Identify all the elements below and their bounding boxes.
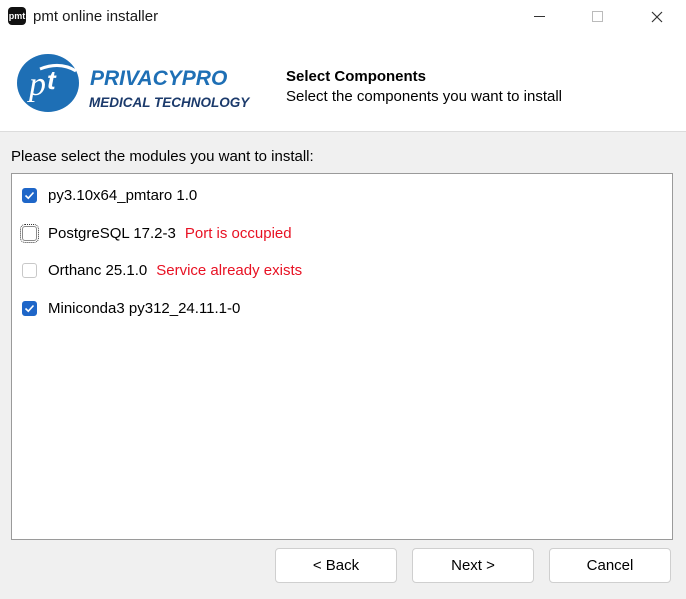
module-label: Orthanc 25.1.0	[48, 261, 148, 279]
logo-line1: PRIVACYPRO	[90, 67, 227, 90]
page-title: Select Components	[286, 68, 427, 85]
svg-text:p: p	[27, 66, 46, 103]
module-label: py3.10x64_pmtaro 1.0	[48, 186, 198, 204]
module-checkbox[interactable]	[22, 300, 37, 316]
app-icon: pmt	[8, 7, 26, 25]
back-button[interactable]: < Back	[275, 548, 397, 583]
module-label: PostgreSQL 17.2-3	[48, 224, 176, 242]
module-status-error: Service already exists	[156, 261, 303, 279]
module-list: py3.10x64_pmtaro 1.0 PostgreSQL 17.2-3 P…	[11, 173, 673, 540]
close-icon	[651, 11, 663, 22]
window-title: pmt online installer	[33, 8, 159, 25]
close-button[interactable]	[634, 0, 680, 33]
page-subtitle: Select the components you want to instal…	[286, 88, 562, 105]
module-label: Miniconda3 py312_24.11.1-0	[48, 299, 241, 317]
module-checkbox[interactable]	[22, 187, 37, 203]
module-row-postgresql[interactable]: PostgreSQL 17.2-3 Port is occupied	[20, 221, 292, 245]
module-status-error: Port is occupied	[184, 224, 292, 242]
minimize-icon	[533, 16, 545, 17]
module-row-miniconda[interactable]: Miniconda3 py312_24.11.1-0	[22, 296, 240, 320]
minimize-button[interactable]	[516, 0, 562, 33]
logo-emblem-icon: p t	[17, 54, 79, 112]
checkmark-icon	[24, 304, 35, 312]
module-row-py310[interactable]: py3.10x64_pmtaro 1.0	[22, 183, 197, 207]
module-checkbox[interactable]	[22, 262, 37, 278]
cancel-button[interactable]: Cancel	[549, 548, 671, 583]
company-logo: p t PRIVACYPRO MEDICAL TECHNOLOGY	[17, 54, 251, 112]
module-checkbox[interactable]	[20, 223, 39, 243]
app-icon-text: pmt	[8, 11, 26, 21]
maximize-icon	[591, 11, 603, 22]
logo-line2: MEDICAL TECHNOLOGY	[89, 95, 251, 110]
header-panel: p t PRIVACYPRO MEDICAL TECHNOLOGY Select…	[0, 33, 686, 132]
module-row-orthanc[interactable]: Orthanc 25.1.0 Service already exists	[22, 258, 302, 282]
maximize-button[interactable]	[574, 0, 620, 33]
svg-text:t: t	[47, 65, 57, 95]
next-button[interactable]: Next >	[412, 548, 534, 583]
checkmark-icon	[24, 191, 35, 199]
title-bar: pmt pmt online installer	[0, 0, 686, 33]
instruction-label: Please select the modules you want to in…	[11, 148, 314, 165]
